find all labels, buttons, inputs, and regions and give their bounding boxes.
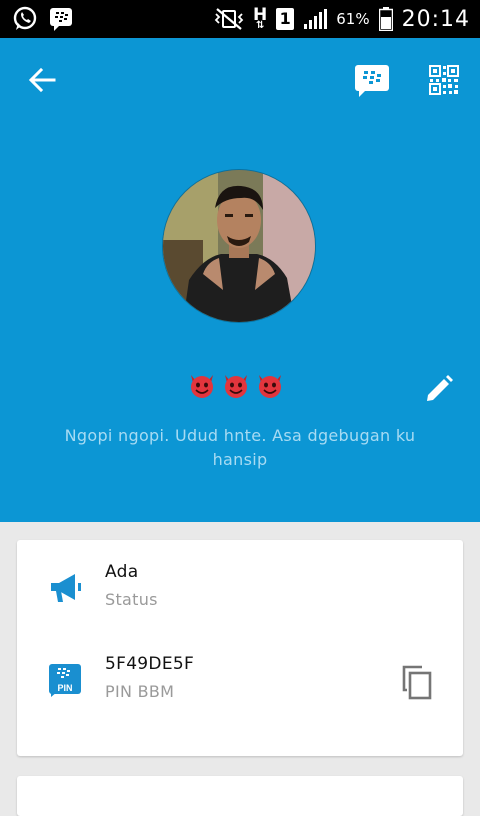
status-message: Ngopi ngopi. Udud hnte. Asa dgebugan ku … — [64, 426, 416, 469]
pin-label: PIN BBM — [105, 682, 175, 701]
megaphone-icon — [51, 574, 81, 602]
next-card — [17, 776, 463, 816]
sim-icon: 1 — [276, 8, 295, 30]
battery-icon — [378, 7, 393, 31]
battery-percent: 61% — [336, 10, 370, 28]
whatsapp-icon — [13, 6, 37, 30]
pin-row[interactable]: PIN 5F49DE5F PIN BBM — [17, 654, 463, 710]
clock: 20:14 — [401, 6, 470, 32]
pin-value: 5F49DE5F — [105, 654, 195, 674]
notification-icons — [12, 6, 74, 32]
status-row[interactable]: Ada Status — [17, 562, 463, 618]
bbm-chat-icon[interactable] — [354, 64, 390, 98]
profile-photo — [163, 170, 315, 322]
arrow-left-icon[interactable] — [26, 64, 58, 96]
qr-code-icon[interactable] — [428, 64, 460, 96]
status-value: Ada — [105, 562, 139, 582]
bbm-notification-icon — [50, 8, 72, 31]
bbm-pin-icon: PIN — [49, 664, 81, 697]
profile-header: Ngopi ngopi. Udud hnte. Asa dgebugan ku … — [0, 38, 480, 522]
vibrate-off-icon — [214, 8, 244, 30]
profile-details-card: Ada Status PIN 5F49DE5F PIN BBM — [17, 540, 463, 756]
devil-emoji-icon — [259, 375, 281, 398]
system-indicators: H ⇅ 1 61% 20:14 — [214, 4, 470, 34]
signal-icon — [304, 9, 328, 29]
network-type-icon: H ⇅ — [253, 5, 268, 31]
svg-text:PIN: PIN — [57, 683, 72, 693]
copy-icon[interactable] — [401, 664, 433, 700]
pencil-icon[interactable] — [424, 374, 454, 404]
status-bar: H ⇅ 1 61% 20:14 — [0, 0, 480, 38]
avatar[interactable] — [163, 170, 315, 322]
status-emoji-row — [188, 371, 284, 399]
devil-emoji-icon — [225, 375, 247, 398]
devil-emoji-icon — [191, 375, 213, 398]
status-label: Status — [105, 590, 158, 609]
